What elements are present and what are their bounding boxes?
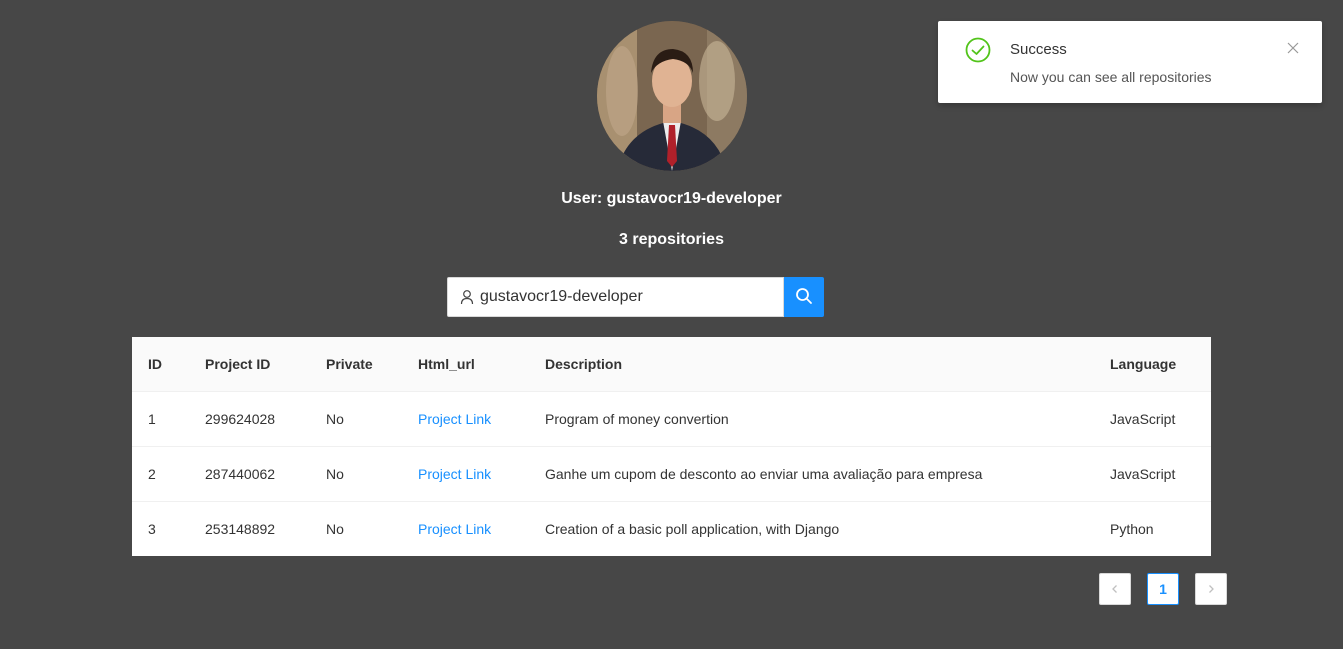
success-notification: Success Now you can see all repositories — [938, 21, 1322, 103]
column-header-id: ID — [132, 337, 189, 392]
column-header-html-url: Html_url — [402, 337, 529, 392]
column-header-private: Private — [310, 337, 402, 392]
chevron-left-icon — [1110, 581, 1120, 597]
cell-id: 3 — [148, 520, 156, 537]
cell-private: No — [326, 520, 344, 537]
search-field[interactable] — [447, 277, 784, 317]
cell-html-url: Project Link — [402, 501, 529, 556]
cell-description: Program of money convertion — [529, 391, 1094, 447]
cell-project-id: 253148892 — [205, 520, 276, 537]
table-row: 2 287440062 No Project Link Ganhe um cup… — [132, 446, 1211, 502]
search-icon — [795, 287, 813, 308]
check-circle-icon — [965, 37, 991, 63]
cell-html-url: Project Link — [402, 446, 529, 502]
cell-language: Python — [1110, 520, 1154, 537]
user-icon — [459, 289, 475, 305]
repositories-table: ID Project ID Private Html_url Descripti… — [132, 337, 1211, 556]
avatar — [597, 21, 747, 171]
search-bar — [447, 277, 824, 317]
notification-message: Now you can see all repositories — [1010, 69, 1212, 85]
page-1-button[interactable]: 1 — [1147, 573, 1179, 605]
project-link[interactable]: Project Link — [418, 411, 491, 427]
cell-language: JavaScript — [1094, 446, 1211, 502]
pagination: 1 — [1099, 573, 1227, 605]
repository-count: 3 repositories — [619, 231, 724, 248]
table-header-row: ID Project ID Private Html_url Descripti… — [132, 337, 1211, 392]
cell-id: 1 — [132, 391, 189, 447]
cell-language: JavaScript — [1094, 391, 1211, 447]
cell-id: 2 — [132, 446, 189, 502]
cell-html-url: Project Link — [402, 391, 529, 447]
column-header-project-id: Project ID — [189, 337, 310, 392]
cell-description: Creation of a basic poll application, wi… — [545, 520, 840, 537]
next-page-button[interactable] — [1195, 573, 1227, 605]
cell-project-id: 299624028 — [189, 391, 310, 447]
table-row: 3 253148892 No Project Link Creation of … — [132, 501, 1211, 556]
prev-page-button[interactable] — [1099, 573, 1131, 605]
search-button[interactable] — [784, 277, 824, 317]
table-row: 1 299624028 No Project Link Program of m… — [132, 391, 1211, 447]
search-input[interactable] — [480, 288, 770, 306]
cell-private: No — [310, 391, 402, 447]
cell-description: Ganhe um cupom de desconto ao enviar uma… — [529, 446, 1094, 502]
chevron-right-icon — [1206, 581, 1216, 597]
profile-photo — [597, 21, 747, 171]
close-icon[interactable] — [1287, 41, 1299, 54]
project-link[interactable]: Project Link — [418, 466, 491, 482]
project-link[interactable]: Project Link — [418, 521, 491, 537]
notification-title: Success — [1010, 41, 1067, 58]
user-name: User: gustavocr19-developer — [561, 190, 782, 207]
column-header-language: Language — [1094, 337, 1211, 392]
cell-project-id: 287440062 — [189, 446, 310, 502]
column-header-description: Description — [529, 337, 1094, 392]
cell-private: No — [310, 446, 402, 502]
